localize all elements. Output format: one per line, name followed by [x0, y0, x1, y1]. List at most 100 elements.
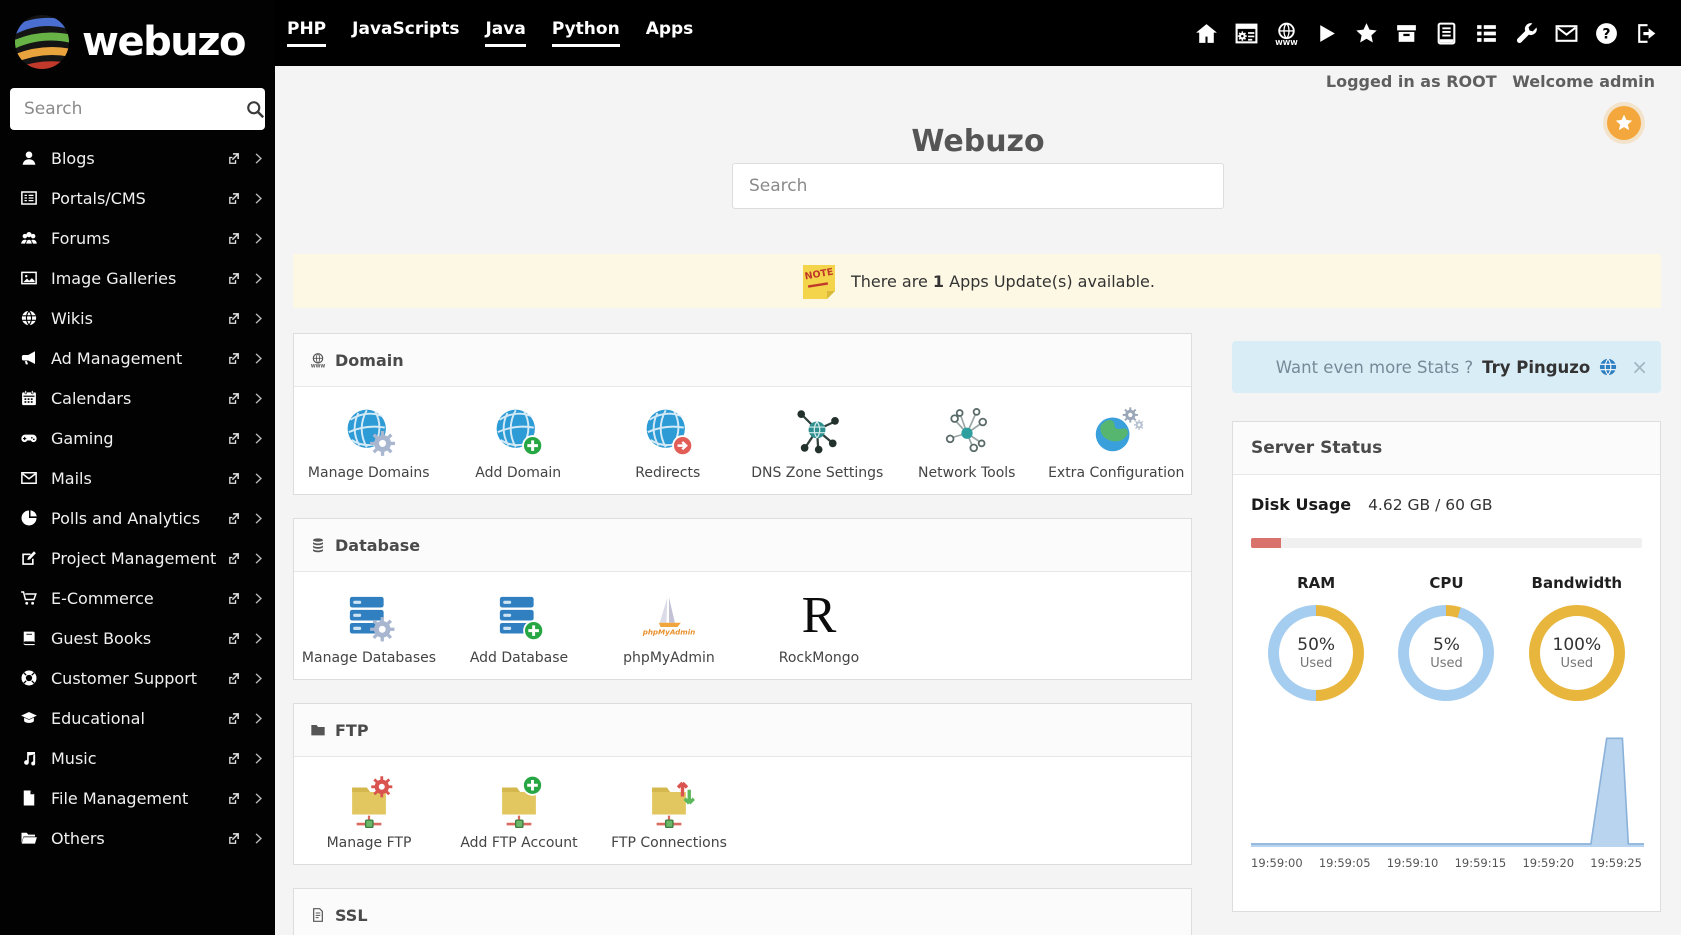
external-link-icon[interactable]	[227, 832, 240, 845]
www-icon[interactable]: WWW	[1274, 21, 1299, 46]
app-extra-configuration[interactable]: Extra Configuration	[1042, 402, 1192, 481]
list-icon[interactable]	[1474, 21, 1499, 46]
sidebar-item-blogs[interactable]: Blogs	[0, 138, 275, 178]
app-redirects[interactable]: Redirects	[593, 402, 743, 481]
sidebar-item-image-galleries[interactable]: Image Galleries	[0, 258, 275, 298]
sidebar-search-input[interactable]	[22, 98, 245, 120]
app-add-ftp-account[interactable]: Add FTP Account	[444, 772, 594, 851]
star-icon[interactable]	[1354, 21, 1379, 46]
external-link-icon[interactable]	[227, 352, 240, 365]
webuzo-logo[interactable]: webuzo	[0, 0, 275, 80]
chevron-right-icon[interactable]	[252, 792, 265, 805]
sidebar-item-file-management[interactable]: File Management	[0, 778, 275, 818]
logout-icon[interactable]	[1634, 21, 1659, 46]
app-manage-domains[interactable]: Manage Domains	[294, 402, 444, 481]
search-icon[interactable]	[245, 99, 266, 120]
chevron-right-icon[interactable]	[252, 232, 265, 245]
sidebar-item-polls-and-analytics[interactable]: Polls and Analytics	[0, 498, 275, 538]
external-link-icon[interactable]	[227, 632, 240, 645]
welcome-user: Welcome admin	[1512, 72, 1655, 91]
chevron-right-icon[interactable]	[252, 192, 265, 205]
chevron-right-icon[interactable]	[252, 432, 265, 445]
topbar-nav-java[interactable]: Java	[485, 19, 526, 47]
sidebar-item-e-commerce[interactable]: E-Commerce	[0, 578, 275, 618]
sidebar-item-ad-management[interactable]: Ad Management	[0, 338, 275, 378]
envelope-icon	[16, 469, 42, 487]
external-link-icon[interactable]	[227, 392, 240, 405]
chevron-right-icon[interactable]	[252, 472, 265, 485]
topbar-nav-apps[interactable]: Apps	[646, 19, 694, 47]
external-link-icon[interactable]	[227, 152, 240, 165]
app-add-domain[interactable]: Add Domain	[444, 402, 594, 481]
external-link-icon[interactable]	[227, 432, 240, 445]
home-icon[interactable]	[1194, 21, 1219, 46]
external-link-icon[interactable]	[227, 592, 240, 605]
sidebar-item-calendars[interactable]: Calendars	[0, 378, 275, 418]
external-link-icon[interactable]	[227, 552, 240, 565]
chevron-right-icon[interactable]	[252, 632, 265, 645]
topbar-nav-php[interactable]: PHP	[287, 19, 327, 47]
app-network-tools[interactable]: Network Tools	[892, 402, 1042, 481]
chevron-right-icon[interactable]	[252, 752, 265, 765]
external-link-icon[interactable]	[227, 232, 240, 245]
gauge-cpu: CPU 5% Used	[1381, 574, 1511, 701]
sidebar-item-educational[interactable]: Educational	[0, 698, 275, 738]
topbar-nav-javascripts[interactable]: JavaScripts	[352, 19, 459, 47]
chevron-right-icon[interactable]	[252, 672, 265, 685]
external-link-icon[interactable]	[227, 312, 240, 325]
chevron-right-icon[interactable]	[252, 272, 265, 285]
chevron-right-icon[interactable]	[252, 712, 265, 725]
sidebar-item-portals-cms[interactable]: Portals/CMS	[0, 178, 275, 218]
app-rockmongo[interactable]: R RockMongo	[744, 587, 894, 667]
sidebar-item-guest-books[interactable]: Guest Books	[0, 618, 275, 658]
apps-search[interactable]	[732, 163, 1224, 209]
chevron-right-icon[interactable]	[252, 392, 265, 405]
app-phpmyadmin[interactable]: phpMyAdmin phpMyAdmin	[594, 587, 744, 666]
sidebar-search[interactable]	[10, 88, 265, 130]
external-link-icon[interactable]	[227, 712, 240, 725]
archive-icon[interactable]	[1394, 21, 1419, 46]
logs-icon[interactable]	[1434, 21, 1459, 46]
sidebar-item-project-management[interactable]: Project Management	[0, 538, 275, 578]
close-icon[interactable]: ×	[1631, 357, 1648, 377]
app-settings-icon[interactable]	[1234, 21, 1259, 46]
external-link-icon[interactable]	[227, 792, 240, 805]
external-link-icon[interactable]	[227, 192, 240, 205]
sidebar-item-mails[interactable]: Mails	[0, 458, 275, 498]
note-icon: NOTE	[799, 261, 839, 301]
apps-search-input[interactable]	[747, 175, 1209, 197]
external-link-icon[interactable]	[227, 512, 240, 525]
chevron-right-icon[interactable]	[252, 352, 265, 365]
sidebar-item-customer-support[interactable]: Customer Support	[0, 658, 275, 698]
external-link-icon[interactable]	[227, 752, 240, 765]
mail-icon[interactable]	[1554, 21, 1579, 46]
chevron-right-icon[interactable]	[252, 512, 265, 525]
chevron-right-icon[interactable]	[252, 312, 265, 325]
svg-text:WWW: WWW	[1275, 38, 1298, 45]
favorites-star-button[interactable]	[1607, 106, 1641, 140]
chevron-right-icon[interactable]	[252, 592, 265, 605]
chevron-right-icon[interactable]	[252, 552, 265, 565]
app-add-database[interactable]: Add Database	[444, 587, 594, 666]
sidebar-item-wikis[interactable]: Wikis	[0, 298, 275, 338]
chevron-right-icon[interactable]	[252, 152, 265, 165]
external-link-icon[interactable]	[227, 272, 240, 285]
app-ftp-connections[interactable]: FTP Connections	[594, 772, 744, 851]
sidebar-item-gaming[interactable]: Gaming	[0, 418, 275, 458]
external-link-icon[interactable]	[227, 472, 240, 485]
play-icon[interactable]	[1314, 21, 1339, 46]
wrench-icon[interactable]	[1514, 21, 1539, 46]
help-icon[interactable]: ?	[1594, 21, 1619, 46]
topbar-nav-python[interactable]: Python	[551, 19, 620, 47]
chevron-right-icon[interactable]	[252, 832, 265, 845]
chart-tick-label: 19:59:25	[1590, 856, 1642, 870]
sidebar-item-forums[interactable]: Forums	[0, 218, 275, 258]
app-manage-ftp[interactable]: Manage FTP	[294, 772, 444, 851]
sidebar-item-music[interactable]: Music	[0, 738, 275, 778]
app-manage-databases[interactable]: Manage Databases	[294, 587, 444, 666]
external-link-icon[interactable]	[227, 672, 240, 685]
sidebar-item-label: File Management	[51, 788, 189, 808]
sidebar-item-others[interactable]: Others	[0, 818, 275, 858]
app-dns-zone-settings[interactable]: DNS Zone Settings	[743, 402, 893, 481]
pinguzo-link[interactable]: Try Pinguzo	[1482, 358, 1590, 377]
